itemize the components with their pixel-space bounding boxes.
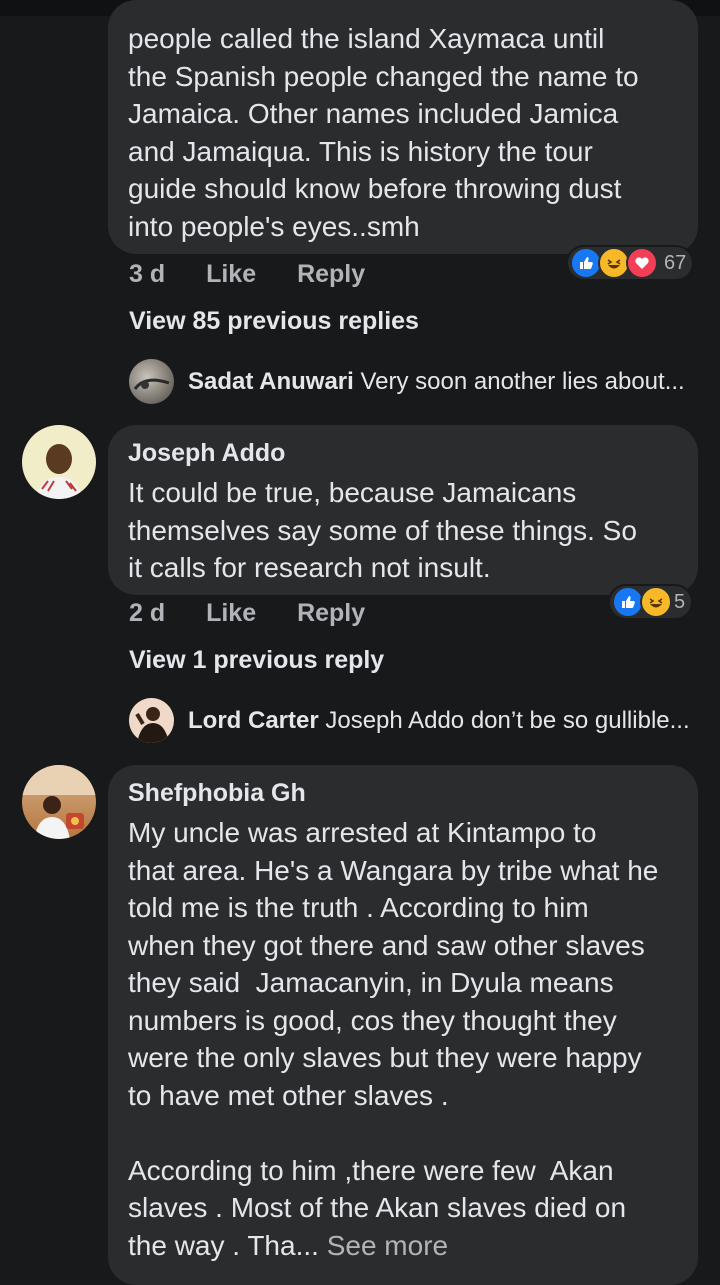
comment-bubble: Joseph Addo It could be true, because Ja… (108, 425, 698, 595)
reply-snippet: Joseph Addo don’t be so gullible... (325, 707, 690, 734)
comment-actions: 3 d Like Reply (129, 260, 399, 289)
comment-author[interactable]: Shefphobia Gh (128, 779, 678, 808)
like-button[interactable]: Like (206, 260, 256, 288)
reply-button[interactable]: Reply (297, 260, 365, 288)
avatar[interactable] (129, 698, 174, 743)
comment-bubble: people called the island Xaymaca until t… (108, 0, 698, 254)
reply-button[interactable]: Reply (297, 599, 365, 627)
comment-time: 2 d (129, 599, 166, 627)
reaction-summary[interactable]: 67 (568, 247, 693, 279)
comment-bubble: Shefphobia Gh My uncle was arrested at K… (108, 765, 698, 1285)
avatar[interactable] (129, 359, 174, 404)
comment-text: My uncle was arrested at Kintampo to tha… (128, 814, 678, 1264)
comment-text: It could be true, because Jamaicans them… (128, 477, 637, 583)
reaction-summary[interactable]: 5 (610, 586, 692, 618)
reaction-count: 67 (664, 251, 687, 274)
view-previous-replies-link[interactable]: View 85 previous replies (129, 307, 419, 336)
comment-text: people called the island Xaymaca until t… (128, 23, 639, 242)
like-button[interactable]: Like (206, 599, 256, 627)
reply-author[interactable]: Sadat Anuwari (188, 368, 354, 395)
avatar[interactable] (22, 425, 96, 499)
reply-preview[interactable]: Sadat Anuwari Very soon another lies abo… (188, 368, 698, 396)
avatar[interactable] (22, 765, 96, 839)
reply-preview[interactable]: Lord Carter Joseph Addo don’t be so gull… (188, 707, 698, 735)
comment-text-body: My uncle was arrested at Kintampo to tha… (128, 817, 659, 1261)
comment-time: 3 d (129, 260, 166, 288)
comment-author[interactable]: Joseph Addo (128, 439, 678, 468)
see-more-link[interactable]: See more (327, 1230, 448, 1261)
reaction-count: 5 (674, 590, 686, 613)
reply-snippet: Very soon another lies about... (360, 368, 685, 395)
view-previous-replies-link[interactable]: View 1 previous reply (129, 646, 384, 675)
haha-reaction-icon (640, 586, 672, 618)
reply-author[interactable]: Lord Carter (188, 707, 319, 734)
comment-actions: 2 d Like Reply (129, 599, 399, 628)
love-reaction-icon (626, 247, 658, 279)
